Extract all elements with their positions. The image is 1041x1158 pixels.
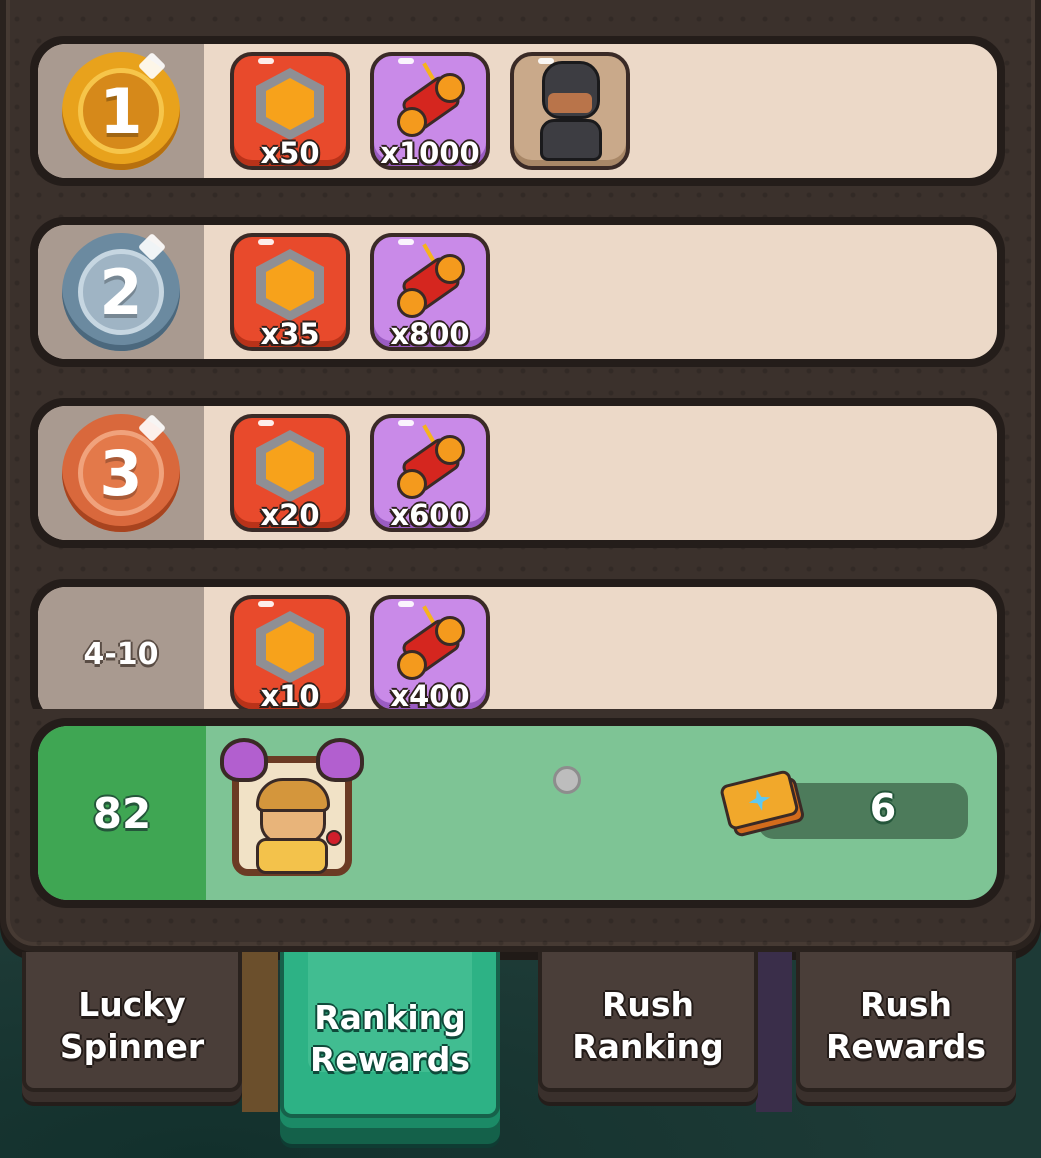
gem-reward[interactable]: x50: [230, 52, 350, 170]
gem-icon: [256, 430, 324, 502]
tab-ranking-rewards[interactable]: Ranking Rewards: [280, 952, 500, 1118]
reward-quantity: x400: [390, 679, 470, 709]
bottom-tab-bar: Lucky Spinner Ranking Rewards Rush Ranki…: [0, 952, 1041, 1158]
status-dot: [553, 766, 581, 794]
reward-quantity: x50: [260, 136, 320, 170]
tab-label: Lucky Spinner: [59, 985, 205, 1066]
rank-range-label: 4-10: [83, 636, 159, 672]
tab-rush-ranking[interactable]: Rush Ranking: [538, 952, 758, 1092]
gem-icon: [256, 611, 324, 683]
reward-quantity: x600: [390, 498, 470, 532]
reward-quantity: x35: [260, 317, 320, 351]
player-rank-row: 82 6: [30, 718, 1005, 908]
thread-spool-icon: [391, 605, 469, 686]
bronze-medal-icon: 3: [62, 413, 180, 532]
thread-spool-icon: [391, 62, 469, 143]
spool-reward[interactable]: x1000: [370, 52, 490, 170]
gem-reward[interactable]: x20: [230, 414, 350, 532]
rank-cell: 2: [38, 225, 204, 359]
rank-number: 2: [99, 255, 143, 329]
reward-row-rank-4-10: 4-10 x10 x400: [30, 579, 1005, 709]
ninja-avatar-icon: [534, 61, 606, 161]
thread-spool-icon: [391, 243, 469, 324]
horned-frame-avatar-icon[interactable]: [220, 738, 366, 878]
gem-icon: [256, 68, 324, 140]
spool-reward[interactable]: x800: [370, 233, 490, 351]
reward-quantity: x800: [390, 317, 470, 351]
gold-medal-icon: 1: [62, 51, 180, 170]
spool-reward[interactable]: x600: [370, 414, 490, 532]
tab-label: Ranking Rewards: [309, 998, 471, 1079]
rank-cell: 4-10: [38, 587, 204, 709]
reward-row-rank-2: 2 x35 x800: [30, 217, 1005, 367]
tab-rush-rewards[interactable]: Rush Rewards: [796, 952, 1016, 1092]
rank-number: 1: [99, 74, 143, 148]
reward-quantity: x10: [260, 679, 320, 709]
gem-icon: [256, 249, 324, 321]
thread-spool-icon: [391, 424, 469, 505]
reward-quantity: x1000: [380, 136, 480, 170]
gem-reward[interactable]: x10: [230, 595, 350, 709]
player-rank-cell: 82: [38, 726, 206, 900]
reward-quantity: x20: [260, 498, 320, 532]
tab-label: Rush Ranking: [572, 985, 724, 1066]
reward-row-rank-3: 3 x20 x600: [30, 398, 1005, 548]
rank-cell: 1: [38, 44, 204, 178]
gem-reward[interactable]: x35: [230, 233, 350, 351]
ticket-count: 6: [869, 786, 897, 830]
tab-label: Rush Rewards: [825, 985, 987, 1066]
player-rank-number: 82: [92, 788, 152, 838]
rank-number: 3: [99, 436, 143, 510]
rewards-list[interactable]: 1 x50 x1000 2 x35 x800 3 x20 x600 4-10 x…: [30, 36, 1010, 709]
spool-reward[interactable]: x400: [370, 595, 490, 709]
reward-row-rank-1: 1 x50 x1000: [30, 36, 1005, 186]
tab-lucky-spinner[interactable]: Lucky Spinner: [22, 952, 242, 1092]
silver-medal-icon: 2: [62, 232, 180, 351]
ninja-avatar-reward[interactable]: [510, 52, 630, 170]
rank-cell: 3: [38, 406, 204, 540]
